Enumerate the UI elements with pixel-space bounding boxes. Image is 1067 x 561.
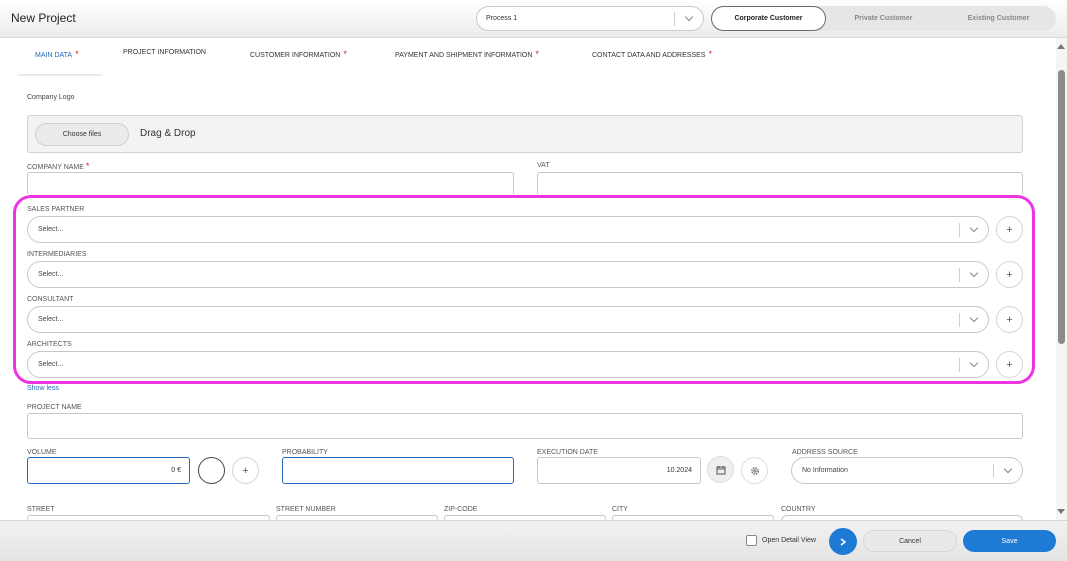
segment-existing-customer[interactable]: Existing Customer xyxy=(941,6,1056,31)
tab-payment-shipment[interactable]: PAYMENT AND SHIPMENT INFORMATION * xyxy=(395,49,539,59)
save-button[interactable]: Save xyxy=(963,530,1056,552)
scrollbar-thumb[interactable] xyxy=(1058,70,1065,344)
tab-contact-data[interactable]: CONTACT DATA AND ADDRESSES * xyxy=(592,49,712,59)
add-volume-button[interactable]: + xyxy=(232,457,259,484)
address-source-label: ADDRESS SOURCE xyxy=(792,449,858,456)
next-button[interactable] xyxy=(829,528,857,555)
required-marker: * xyxy=(708,49,712,59)
zip-code-label: ZIP-CODE xyxy=(444,506,478,513)
select-separator xyxy=(674,12,675,26)
calendar-button[interactable] xyxy=(707,456,734,483)
segment-corporate-customer[interactable]: Corporate Customer xyxy=(711,6,826,31)
cancel-button[interactable]: Cancel xyxy=(863,530,957,552)
tab-project-information[interactable]: PROJECT INFORMATION xyxy=(123,49,206,56)
company-logo-label: Company Logo xyxy=(27,94,75,101)
drag-drop-label: Drag & Drop xyxy=(140,128,196,139)
customer-type-switch: Corporate Customer Private Customer Exis… xyxy=(711,6,1056,31)
open-detail-view-label: Open Detail View xyxy=(762,537,816,544)
street-label: STREET xyxy=(27,506,55,513)
choose-files-button[interactable]: Choose files xyxy=(35,123,129,146)
tab-bar: MAIN DATA * PROJECT INFORMATION CUSTOMER … xyxy=(0,38,1056,76)
active-tab-indicator xyxy=(18,72,102,74)
volume-value: 0 € xyxy=(171,467,181,474)
required-marker: * xyxy=(343,49,347,59)
project-name-label: PROJECT NAME xyxy=(27,404,82,411)
required-marker: * xyxy=(75,49,79,59)
execution-date-input[interactable]: 10.2024 xyxy=(537,457,701,484)
chevron-right-icon xyxy=(840,537,847,546)
gear-icon xyxy=(750,466,759,475)
volume-label: VOLUME xyxy=(27,449,57,456)
segment-private-customer[interactable]: Private Customer xyxy=(826,6,941,31)
tab-customer-information[interactable]: CUSTOMER INFORMATION * xyxy=(250,49,347,59)
tab-label: PROJECT INFORMATION xyxy=(123,49,206,56)
execution-date-value: 10.2024 xyxy=(666,467,692,474)
company-name-input[interactable] xyxy=(27,172,514,194)
volume-toggle-button[interactable] xyxy=(198,457,225,484)
date-settings-button[interactable] xyxy=(741,457,768,484)
open-detail-view-checkbox[interactable] xyxy=(746,535,757,546)
select-separator xyxy=(993,464,994,478)
plus-icon: + xyxy=(242,464,249,477)
file-drop-zone[interactable]: Choose files Drag & Drop xyxy=(27,115,1023,153)
tab-label: PAYMENT AND SHIPMENT INFORMATION xyxy=(395,52,533,59)
city-label: CITY xyxy=(612,506,628,513)
volume-input[interactable]: 0 € xyxy=(27,457,190,484)
tab-label: CUSTOMER INFORMATION xyxy=(250,52,341,59)
tab-main-data[interactable]: MAIN DATA * xyxy=(35,49,79,59)
label-text: COMPANY NAME xyxy=(27,164,84,171)
project-name-input[interactable] xyxy=(27,413,1023,439)
country-label: COUNTRY xyxy=(781,506,816,513)
tab-label: CONTACT DATA AND ADDRESSES xyxy=(592,52,706,59)
scroll-up-icon[interactable] xyxy=(1057,44,1065,49)
chevron-down-icon xyxy=(1003,464,1013,474)
probability-input[interactable] xyxy=(282,457,514,484)
execution-date-label: EXECUTION DATE xyxy=(537,449,598,456)
chevron-down-icon xyxy=(684,12,694,22)
process-select[interactable]: Process 1 xyxy=(476,6,704,31)
header-bar: New Project Process 1 Corporate Customer… xyxy=(0,0,1067,38)
company-name-label: COMPANY NAME * xyxy=(27,161,89,171)
tab-label: MAIN DATA xyxy=(35,52,73,59)
required-marker: * xyxy=(85,161,90,171)
highlight-annotation xyxy=(13,195,1035,384)
required-marker: * xyxy=(535,49,539,59)
process-select-value: Process 1 xyxy=(486,15,518,22)
calendar-icon xyxy=(716,465,725,474)
scroll-down-icon[interactable] xyxy=(1057,509,1065,514)
page-title: New Project xyxy=(11,11,76,25)
address-source-value: No Information xyxy=(802,467,848,474)
show-less-link[interactable]: Show less xyxy=(27,385,59,392)
address-source-select[interactable]: No Information xyxy=(791,457,1023,484)
probability-label: PROBABILITY xyxy=(282,449,328,456)
vat-input[interactable] xyxy=(537,172,1023,194)
street-number-label: STREET NUMBER xyxy=(276,506,336,513)
vat-label: VAT xyxy=(537,162,550,169)
